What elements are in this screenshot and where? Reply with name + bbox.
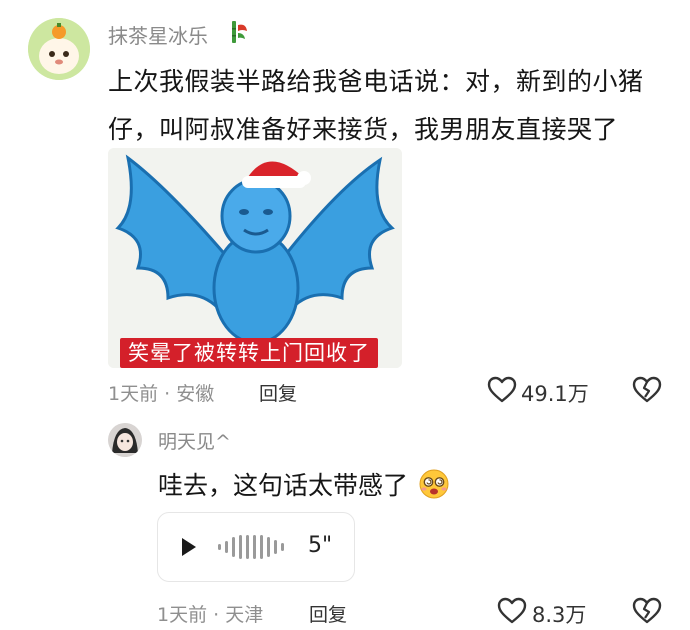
like-count: 49.1万 [521, 382, 589, 406]
reply-reply-button[interactable]: 回复 [309, 600, 347, 627]
reply-text-content: 哇去，这句话太带感了 [158, 471, 409, 500]
username[interactable]: 抹茶星冰乐 [108, 20, 208, 49]
comment-line: 上次我假装半路给我爸电话说：对，新到的小猪 [108, 67, 644, 96]
reply-button[interactable]: 回复 [259, 379, 297, 406]
blue-bird-meme-illustration [108, 148, 402, 368]
dizzy-face-emoji-icon [418, 468, 450, 506]
broken-heart-icon[interactable] [632, 597, 662, 627]
heart-outline-icon[interactable] [487, 376, 519, 406]
user-avatar[interactable] [28, 18, 90, 80]
meme-caption: 笑晕了被转转上门回收了 [120, 338, 378, 368]
comment-text: 上次我假装半路给我爸电话说：对，新到的小猪 仔，叫阿叔准备好来接货，我男朋友直接… [108, 58, 668, 154]
heart-outline-icon[interactable] [497, 597, 529, 627]
comment-line: 仔，叫阿叔准备好来接货，我男朋友直接哭了 [108, 115, 619, 144]
voice-message[interactable]: 5" [157, 512, 355, 582]
reply-text: 哇去，这句话太带感了 [158, 466, 450, 506]
voice-duration: 5" [308, 533, 333, 558]
reply-username[interactable]: 明天见^ [158, 427, 231, 454]
time-location: 1天前 · 安徽 [108, 383, 215, 405]
reply-user-avatar[interactable] [108, 423, 142, 457]
broken-heart-icon[interactable] [632, 376, 662, 406]
reply-like-count: 8.3万 [532, 603, 587, 627]
reply-time-location: 1天前 · 天津 [157, 604, 264, 626]
bamboo-badge-icon [228, 19, 250, 45]
waveform-icon [218, 531, 290, 567]
meme-image[interactable]: 笑晕了被转转上门回收了 [108, 148, 402, 368]
play-icon[interactable] [180, 537, 198, 561]
